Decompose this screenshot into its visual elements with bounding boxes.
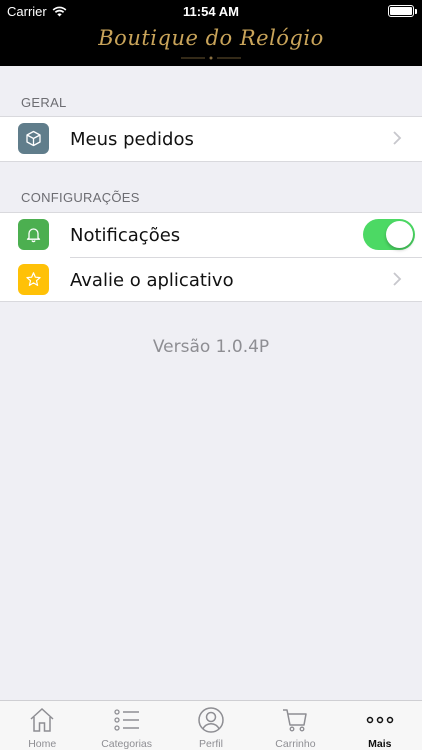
user-icon: [198, 707, 224, 733]
bell-icon: [18, 219, 49, 250]
row-label: Notificações: [70, 225, 181, 246]
tab-mais[interactable]: Mais: [338, 701, 422, 750]
row-meus-pedidos[interactable]: Meus pedidos: [0, 117, 422, 161]
row-avalie-aplicativo[interactable]: Avalie o aplicativo: [18, 257, 422, 301]
list-icon: [113, 709, 139, 731]
cart-icon: [283, 709, 308, 732]
tab-label: Perfil: [199, 738, 223, 750]
chevron-right-icon: [393, 131, 402, 145]
tab-carrinho[interactable]: Carrinho: [253, 701, 337, 750]
group-configuracoes: Notificações Avalie o aplicativo: [0, 212, 422, 302]
brand-logo: Boutique do Relógio: [98, 26, 324, 50]
package-icon: [18, 123, 49, 154]
row-notificacoes: Notificações: [0, 213, 422, 257]
tab-label: Carrinho: [275, 738, 316, 750]
status-time: 11:54 AM: [183, 4, 239, 19]
tab-label: Mais: [368, 738, 392, 750]
row-label: Meus pedidos: [70, 129, 194, 150]
home-icon: [30, 707, 54, 732]
more-icon: [366, 716, 394, 724]
star-icon: [18, 264, 49, 295]
status-bar: Carrier 11:54 AM: [0, 0, 422, 22]
tab-home[interactable]: Home: [0, 701, 84, 750]
section-header-geral: GERAL: [21, 95, 67, 110]
tab-perfil[interactable]: Perfil: [169, 701, 253, 750]
app-header: Carrier 11:54 AM Boutique do Relógio: [0, 0, 422, 66]
notifications-toggle[interactable]: [363, 219, 415, 250]
tab-label: Home: [28, 738, 57, 750]
tab-bar: Home Categorias Perfil Carrinho Mais: [0, 700, 422, 750]
tab-label: Categorias: [101, 738, 152, 750]
group-geral: Meus pedidos: [0, 116, 422, 162]
tab-categorias[interactable]: Categorias: [84, 701, 168, 750]
app-version: Versão 1.0.4P: [152, 337, 270, 357]
chevron-right-icon: [393, 272, 402, 286]
row-label: Avalie o aplicativo: [70, 270, 234, 291]
logo-ornament-icon: [181, 56, 241, 60]
section-header-configuracoes: CONFIGURAÇÕES: [21, 190, 140, 205]
toggle-knob: [386, 221, 413, 248]
battery-icon: [388, 5, 417, 17]
